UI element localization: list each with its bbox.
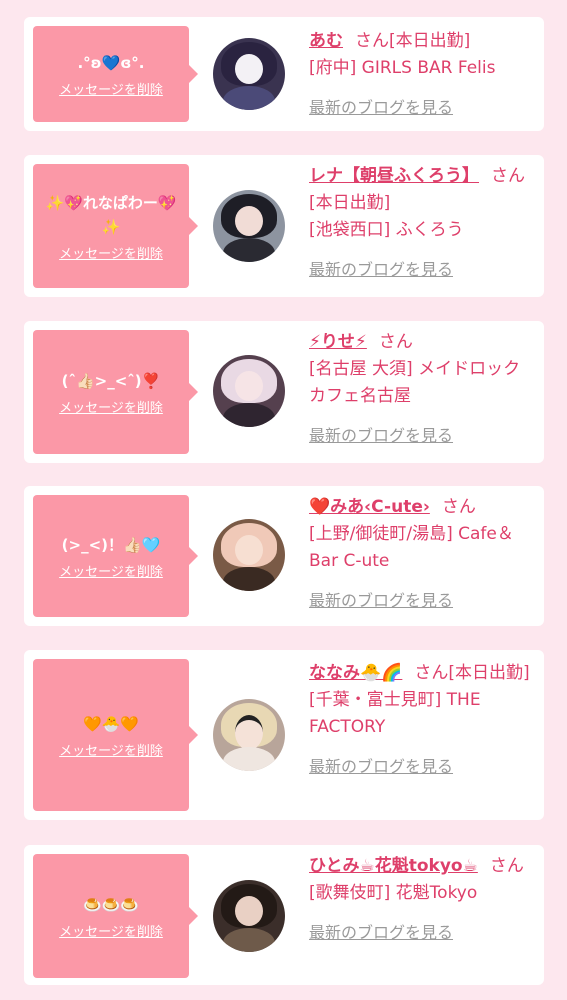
shop-area: [上野/御徒町/湯島] Cafe＆Bar C-ute <box>309 524 514 571</box>
honorific: さん <box>441 497 476 517</box>
honorific: さん <box>414 663 449 683</box>
message-bubble: 🍮🍮🍮 メッセージを削除 <box>33 854 198 978</box>
shop-area: [池袋西口] ふくろう <box>309 220 464 240</box>
avatar-body <box>223 567 275 591</box>
delete-message-link[interactable]: メッセージを削除 <box>59 243 163 262</box>
avatar[interactable] <box>213 38 285 110</box>
latest-blog-link[interactable]: 最新のブログを見る <box>309 94 534 121</box>
message-text: (>_<)！👍🏻🩵 <box>61 535 161 554</box>
avatar-face <box>235 715 263 750</box>
latest-blog-link[interactable]: 最新のブログを見る <box>309 256 534 283</box>
delete-message-link[interactable]: メッセージを削除 <box>59 561 163 580</box>
latest-blog-link[interactable]: 最新のブログを見る <box>309 422 534 449</box>
avatar[interactable] <box>213 880 285 952</box>
profile-name-link[interactable]: ななみ🐣🌈 <box>309 663 402 683</box>
avatar-body <box>223 747 275 771</box>
shop-area: [府中] GIRLS BAR Felis <box>309 58 496 78</box>
profile-info: レナ【朝昼ふくろう】 さん [本日出勤] [池袋西口] ふくろう 最新のブログを見る <box>309 163 534 283</box>
delete-message-link[interactable]: メッセージを削除 <box>59 921 163 940</box>
profile-info: ❤️みあ‹C-ute› さん [上野/御徒町/湯島] Cafe＆Bar C-ute… <box>309 494 534 614</box>
avatar-body <box>223 86 275 110</box>
profile-name-link[interactable]: あむ <box>309 31 343 51</box>
message-card: 🍮🍮🍮 メッセージを削除 ひとみ☕花魁tokyo☕ さん [歌舞伎町] 花魁Tok… <box>24 845 544 985</box>
profile-name-link[interactable]: レナ【朝昼ふくろう】 <box>309 166 479 186</box>
avatar-body <box>223 238 275 262</box>
attendance-status: [本日出勤] <box>309 193 391 213</box>
shop-area: [名古屋 大須] メイドロックカフェ名古屋 <box>309 359 521 406</box>
profile-info: ななみ🐣🌈 さん[本日出勤] [千葉・富士見町] THE FACTORY 最新のブ… <box>309 660 534 780</box>
avatar[interactable] <box>213 190 285 262</box>
profile-name-link[interactable]: ❤️みあ‹C-ute› <box>309 497 430 517</box>
message-card: .°ʚ💙ɞ°. メッセージを削除 あむ さん[本日出勤] [府中] GIRLS B… <box>24 17 544 131</box>
message-card: (>_<)！👍🏻🩵 メッセージを削除 ❤️みあ‹C-ute› さん [上野/御徒町… <box>24 486 544 626</box>
message-bubble: .°ʚ💙ɞ°. メッセージを削除 <box>33 26 198 122</box>
avatar-face <box>235 206 263 236</box>
delete-message-link[interactable]: メッセージを削除 <box>59 397 163 416</box>
message-text: (ˆ👍🏻>_<ˆ)❣️ <box>61 371 161 390</box>
avatar-body <box>223 403 275 427</box>
shop-area: [歌舞伎町] 花魁Tokyo <box>309 883 478 903</box>
avatar-face <box>235 535 263 565</box>
honorific: さん <box>491 166 525 186</box>
message-text: 🧡🐣🧡 <box>82 714 140 733</box>
message-card: (ˆ👍🏻>_<ˆ)❣️ メッセージを削除 ⚡りせ⚡ さん [名古屋 大須] メイド… <box>24 321 544 463</box>
honorific: さん <box>355 31 389 51</box>
avatar[interactable] <box>213 699 285 771</box>
latest-blog-link[interactable]: 最新のブログを見る <box>309 919 534 946</box>
profile-info: ⚡りせ⚡ さん [名古屋 大須] メイドロックカフェ名古屋 最新のブログを見る <box>309 329 534 449</box>
profile-name-link[interactable]: ⚡りせ⚡ <box>309 332 367 352</box>
attendance-status: [本日出勤] <box>448 663 530 683</box>
latest-blog-link[interactable]: 最新のブログを見る <box>309 753 534 780</box>
message-bubble: 🧡🐣🧡 メッセージを削除 <box>33 659 198 811</box>
message-bubble: (ˆ👍🏻>_<ˆ)❣️ メッセージを削除 <box>33 330 198 454</box>
latest-blog-link[interactable]: 最新のブログを見る <box>309 587 534 614</box>
message-card: ✨💖れなぱわー💖✨ メッセージを削除 レナ【朝昼ふくろう】 さん [本日出勤] [池… <box>24 155 544 297</box>
message-card: 🧡🐣🧡 メッセージを削除 ななみ🐣🌈 さん[本日出勤] [千葉・富士見町] THE… <box>24 650 544 820</box>
avatar[interactable] <box>213 519 285 591</box>
delete-message-link[interactable]: メッセージを削除 <box>59 79 163 98</box>
message-text: .°ʚ💙ɞ°. <box>77 53 145 72</box>
profile-name-link[interactable]: ひとみ☕花魁tokyo☕ <box>309 856 478 876</box>
profile-info: ひとみ☕花魁tokyo☕ さん [歌舞伎町] 花魁Tokyo 最新のブログを見る <box>309 853 534 946</box>
avatar-face <box>235 371 263 401</box>
delete-message-link[interactable]: メッセージを削除 <box>59 740 163 759</box>
avatar-face <box>235 54 263 84</box>
honorific: さん <box>489 856 524 876</box>
message-bubble: (>_<)！👍🏻🩵 メッセージを削除 <box>33 495 198 617</box>
profile-info: あむ さん[本日出勤] [府中] GIRLS BAR Felis 最新のブログを見… <box>309 28 534 121</box>
shop-area: [千葉・富士見町] THE FACTORY <box>309 690 481 737</box>
message-text: 🍮🍮🍮 <box>82 895 140 914</box>
message-list: .°ʚ💙ɞ°. メッセージを削除 あむ さん[本日出勤] [府中] GIRLS B… <box>0 0 567 1000</box>
message-text: ✨💖れなぱわー💖✨ <box>45 193 177 236</box>
message-bubble: ✨💖れなぱわー💖✨ メッセージを削除 <box>33 164 198 288</box>
honorific: さん <box>378 332 413 352</box>
avatar-face <box>235 896 263 926</box>
avatar-body <box>223 928 275 952</box>
avatar[interactable] <box>213 355 285 427</box>
attendance-status: [本日出勤] <box>389 31 471 51</box>
